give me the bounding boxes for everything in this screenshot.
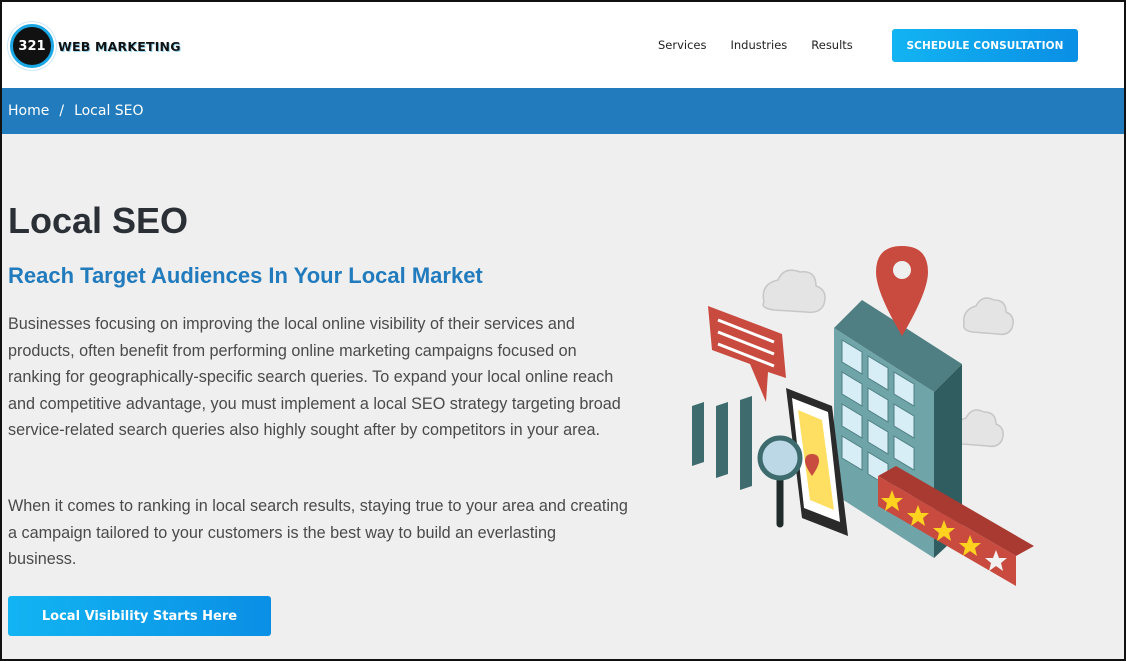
bar-chart-icon xyxy=(692,396,752,490)
schedule-consultation-button[interactable]: SCHEDULE CONSULTATION xyxy=(892,29,1078,62)
intro-paragraph: Businesses focusing on improving the loc… xyxy=(8,315,621,440)
local-visibility-button[interactable]: Local Visibility Starts Here xyxy=(8,596,271,636)
logo-name: WEB MARKETING xyxy=(58,38,181,54)
breadcrumb: Home / Local SEO xyxy=(2,88,1124,134)
logo[interactable]: 321 WEB MARKETING xyxy=(10,24,181,68)
breadcrumb-current: Local SEO xyxy=(74,103,144,119)
second-paragraph: When it comes to ranking in local search… xyxy=(8,497,628,569)
magnifier-icon xyxy=(757,435,803,528)
page-subtitle: Reach Target Audiences In Your Local Mar… xyxy=(8,263,483,288)
page-title: Local SEO xyxy=(8,200,189,241)
breadcrumb-home-link[interactable]: Home xyxy=(8,103,49,119)
nav-item-services[interactable]: Services xyxy=(658,38,707,52)
nav-item-results[interactable]: Results xyxy=(811,38,853,52)
main-nav: Services Industries Results xyxy=(658,38,877,52)
site-header: 321 WEB MARKETING Services Industries Re… xyxy=(2,2,1124,88)
cloud-icon xyxy=(762,269,826,314)
chat-bubble-icon xyxy=(708,306,786,402)
logo-badge: 321 xyxy=(10,24,54,68)
cloud-icon xyxy=(962,297,1014,336)
breadcrumb-separator: / xyxy=(59,103,65,119)
logo-number: 321 xyxy=(18,38,46,54)
nav-item-industries[interactable]: Industries xyxy=(731,38,788,52)
page-frame: 321 WEB MARKETING Services Industries Re… xyxy=(0,0,1126,661)
local-seo-illustration xyxy=(692,246,1034,586)
